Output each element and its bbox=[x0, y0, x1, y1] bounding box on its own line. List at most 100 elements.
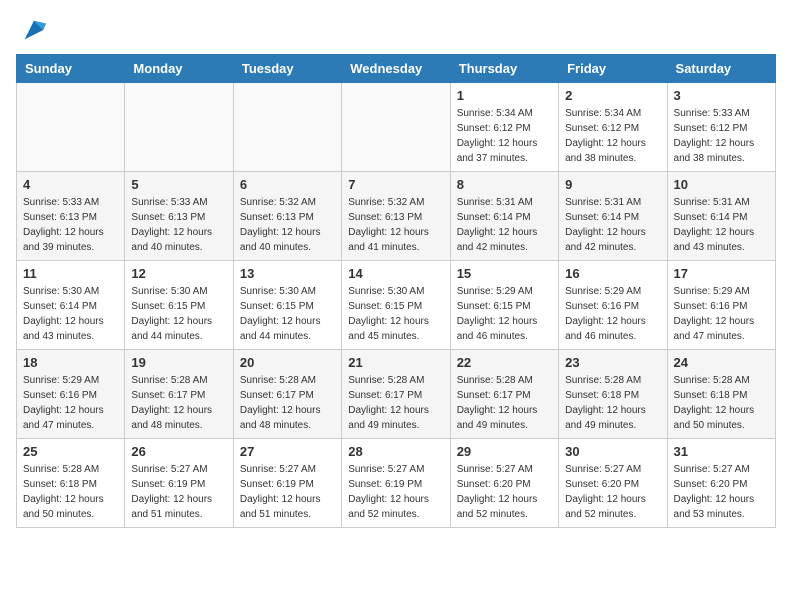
day-info: Sunrise: 5:32 AM Sunset: 6:13 PM Dayligh… bbox=[240, 195, 335, 255]
day-info: Sunrise: 5:27 AM Sunset: 6:20 PM Dayligh… bbox=[457, 462, 552, 522]
day-info: Sunrise: 5:30 AM Sunset: 6:14 PM Dayligh… bbox=[23, 284, 118, 344]
day-info: Sunrise: 5:33 AM Sunset: 6:13 PM Dayligh… bbox=[23, 195, 118, 255]
day-info: Sunrise: 5:28 AM Sunset: 6:17 PM Dayligh… bbox=[457, 373, 552, 433]
calendar-cell: 20 Sunrise: 5:28 AM Sunset: 6:17 PM Dayli… bbox=[233, 350, 341, 439]
calendar-cell: 28 Sunrise: 5:27 AM Sunset: 6:19 PM Dayli… bbox=[342, 439, 450, 528]
calendar-cell: 13 Sunrise: 5:30 AM Sunset: 6:15 PM Dayli… bbox=[233, 261, 341, 350]
calendar-cell: 23 Sunrise: 5:28 AM Sunset: 6:18 PM Dayli… bbox=[559, 350, 667, 439]
calendar-cell: 5 Sunrise: 5:33 AM Sunset: 6:13 PM Daylig… bbox=[125, 172, 233, 261]
day-number: 24 bbox=[674, 355, 769, 370]
day-info: Sunrise: 5:31 AM Sunset: 6:14 PM Dayligh… bbox=[565, 195, 660, 255]
day-number: 9 bbox=[565, 177, 660, 192]
day-info: Sunrise: 5:28 AM Sunset: 6:17 PM Dayligh… bbox=[348, 373, 443, 433]
calendar-cell: 6Sunrise: 5:32 AM Sunset: 6:13 PM Daylig… bbox=[233, 172, 341, 261]
day-number: 20 bbox=[240, 355, 335, 370]
day-number: 26 bbox=[131, 444, 226, 459]
calendar-cell bbox=[125, 83, 233, 172]
weekday-header-thursday: Thursday bbox=[450, 55, 558, 83]
calendar-cell: 4 Sunrise: 5:33 AM Sunset: 6:13 PM Daylig… bbox=[17, 172, 125, 261]
week-row-2: 4 Sunrise: 5:33 AM Sunset: 6:13 PM Daylig… bbox=[17, 172, 776, 261]
calendar-cell: 24 Sunrise: 5:28 AM Sunset: 6:18 PM Dayli… bbox=[667, 350, 775, 439]
day-number: 16 bbox=[565, 266, 660, 281]
weekday-header-saturday: Saturday bbox=[667, 55, 775, 83]
day-number: 4 bbox=[23, 177, 118, 192]
day-info: Sunrise: 5:32 AM Sunset: 6:13 PM Dayligh… bbox=[348, 195, 443, 255]
calendar-cell: 30 Sunrise: 5:27 AM Sunset: 6:20 PM Dayli… bbox=[559, 439, 667, 528]
day-info: Sunrise: 5:30 AM Sunset: 6:15 PM Dayligh… bbox=[131, 284, 226, 344]
calendar-cell: 21 Sunrise: 5:28 AM Sunset: 6:17 PM Dayli… bbox=[342, 350, 450, 439]
calendar-cell: 1 Sunrise: 5:34 AM Sunset: 6:12 PM Daylig… bbox=[450, 83, 558, 172]
day-info: Sunrise: 5:29 AM Sunset: 6:16 PM Dayligh… bbox=[565, 284, 660, 344]
calendar-cell bbox=[342, 83, 450, 172]
calendar-cell bbox=[17, 83, 125, 172]
weekday-header-friday: Friday bbox=[559, 55, 667, 83]
calendar-cell: 19 Sunrise: 5:28 AM Sunset: 6:17 PM Dayli… bbox=[125, 350, 233, 439]
calendar-cell: 15 Sunrise: 5:29 AM Sunset: 6:15 PM Dayli… bbox=[450, 261, 558, 350]
day-number: 14 bbox=[348, 266, 443, 281]
weekday-header-row: SundayMondayTuesdayWednesdayThursdayFrid… bbox=[17, 55, 776, 83]
day-info: Sunrise: 5:30 AM Sunset: 6:15 PM Dayligh… bbox=[348, 284, 443, 344]
day-info: Sunrise: 5:33 AM Sunset: 6:12 PM Dayligh… bbox=[674, 106, 769, 166]
day-info: Sunrise: 5:28 AM Sunset: 6:17 PM Dayligh… bbox=[240, 373, 335, 433]
weekday-header-wednesday: Wednesday bbox=[342, 55, 450, 83]
weekday-header-monday: Monday bbox=[125, 55, 233, 83]
day-number: 18 bbox=[23, 355, 118, 370]
calendar-cell: 25Sunrise: 5:28 AM Sunset: 6:18 PM Dayli… bbox=[17, 439, 125, 528]
day-info: Sunrise: 5:28 AM Sunset: 6:18 PM Dayligh… bbox=[674, 373, 769, 433]
day-info: Sunrise: 5:33 AM Sunset: 6:13 PM Dayligh… bbox=[131, 195, 226, 255]
calendar-cell: 11 Sunrise: 5:30 AM Sunset: 6:14 PM Dayli… bbox=[17, 261, 125, 350]
day-info: Sunrise: 5:28 AM Sunset: 6:17 PM Dayligh… bbox=[131, 373, 226, 433]
calendar-cell: 7 Sunrise: 5:32 AM Sunset: 6:13 PM Daylig… bbox=[342, 172, 450, 261]
calendar-cell: 26Sunrise: 5:27 AM Sunset: 6:19 PM Dayli… bbox=[125, 439, 233, 528]
day-number: 30 bbox=[565, 444, 660, 459]
calendar-cell: 27 Sunrise: 5:27 AM Sunset: 6:19 PM Dayli… bbox=[233, 439, 341, 528]
day-number: 8 bbox=[457, 177, 552, 192]
day-info: Sunrise: 5:27 AM Sunset: 6:20 PM Dayligh… bbox=[674, 462, 769, 522]
day-info: Sunrise: 5:28 AM Sunset: 6:18 PM Dayligh… bbox=[565, 373, 660, 433]
week-row-5: 25Sunrise: 5:28 AM Sunset: 6:18 PM Dayli… bbox=[17, 439, 776, 528]
day-number: 21 bbox=[348, 355, 443, 370]
calendar-cell: 10Sunrise: 5:31 AM Sunset: 6:14 PM Dayli… bbox=[667, 172, 775, 261]
day-number: 2 bbox=[565, 88, 660, 103]
day-info: Sunrise: 5:29 AM Sunset: 6:16 PM Dayligh… bbox=[674, 284, 769, 344]
day-info: Sunrise: 5:29 AM Sunset: 6:15 PM Dayligh… bbox=[457, 284, 552, 344]
week-row-1: 1 Sunrise: 5:34 AM Sunset: 6:12 PM Daylig… bbox=[17, 83, 776, 172]
calendar-cell: 29Sunrise: 5:27 AM Sunset: 6:20 PM Dayli… bbox=[450, 439, 558, 528]
day-info: Sunrise: 5:34 AM Sunset: 6:12 PM Dayligh… bbox=[457, 106, 552, 166]
day-number: 7 bbox=[348, 177, 443, 192]
day-number: 31 bbox=[674, 444, 769, 459]
calendar-cell bbox=[233, 83, 341, 172]
day-info: Sunrise: 5:30 AM Sunset: 6:15 PM Dayligh… bbox=[240, 284, 335, 344]
day-number: 15 bbox=[457, 266, 552, 281]
week-row-3: 11 Sunrise: 5:30 AM Sunset: 6:14 PM Dayli… bbox=[17, 261, 776, 350]
day-info: Sunrise: 5:27 AM Sunset: 6:19 PM Dayligh… bbox=[348, 462, 443, 522]
day-info: Sunrise: 5:27 AM Sunset: 6:19 PM Dayligh… bbox=[240, 462, 335, 522]
calendar-cell: 12 Sunrise: 5:30 AM Sunset: 6:15 PM Dayli… bbox=[125, 261, 233, 350]
day-number: 28 bbox=[348, 444, 443, 459]
calendar-cell: 18Sunrise: 5:29 AM Sunset: 6:16 PM Dayli… bbox=[17, 350, 125, 439]
calendar-table: SundayMondayTuesdayWednesdayThursdayFrid… bbox=[16, 54, 776, 528]
day-number: 12 bbox=[131, 266, 226, 281]
calendar-cell: 14 Sunrise: 5:30 AM Sunset: 6:15 PM Dayli… bbox=[342, 261, 450, 350]
day-number: 27 bbox=[240, 444, 335, 459]
calendar-cell: 9 Sunrise: 5:31 AM Sunset: 6:14 PM Daylig… bbox=[559, 172, 667, 261]
day-info: Sunrise: 5:34 AM Sunset: 6:12 PM Dayligh… bbox=[565, 106, 660, 166]
week-row-4: 18Sunrise: 5:29 AM Sunset: 6:16 PM Dayli… bbox=[17, 350, 776, 439]
day-number: 10 bbox=[674, 177, 769, 192]
weekday-header-sunday: Sunday bbox=[17, 55, 125, 83]
day-number: 19 bbox=[131, 355, 226, 370]
day-number: 23 bbox=[565, 355, 660, 370]
calendar-cell: 2 Sunrise: 5:34 AM Sunset: 6:12 PM Daylig… bbox=[559, 83, 667, 172]
day-number: 13 bbox=[240, 266, 335, 281]
day-number: 5 bbox=[131, 177, 226, 192]
day-number: 17 bbox=[674, 266, 769, 281]
day-info: Sunrise: 5:27 AM Sunset: 6:20 PM Dayligh… bbox=[565, 462, 660, 522]
calendar-cell: 17 Sunrise: 5:29 AM Sunset: 6:16 PM Dayli… bbox=[667, 261, 775, 350]
day-info: Sunrise: 5:31 AM Sunset: 6:14 PM Dayligh… bbox=[457, 195, 552, 255]
calendar-cell: 8 Sunrise: 5:31 AM Sunset: 6:14 PM Daylig… bbox=[450, 172, 558, 261]
calendar-cell: 22Sunrise: 5:28 AM Sunset: 6:17 PM Dayli… bbox=[450, 350, 558, 439]
day-number: 1 bbox=[457, 88, 552, 103]
day-number: 11 bbox=[23, 266, 118, 281]
calendar-cell: 16 Sunrise: 5:29 AM Sunset: 6:16 PM Dayli… bbox=[559, 261, 667, 350]
page-header bbox=[16, 16, 776, 44]
